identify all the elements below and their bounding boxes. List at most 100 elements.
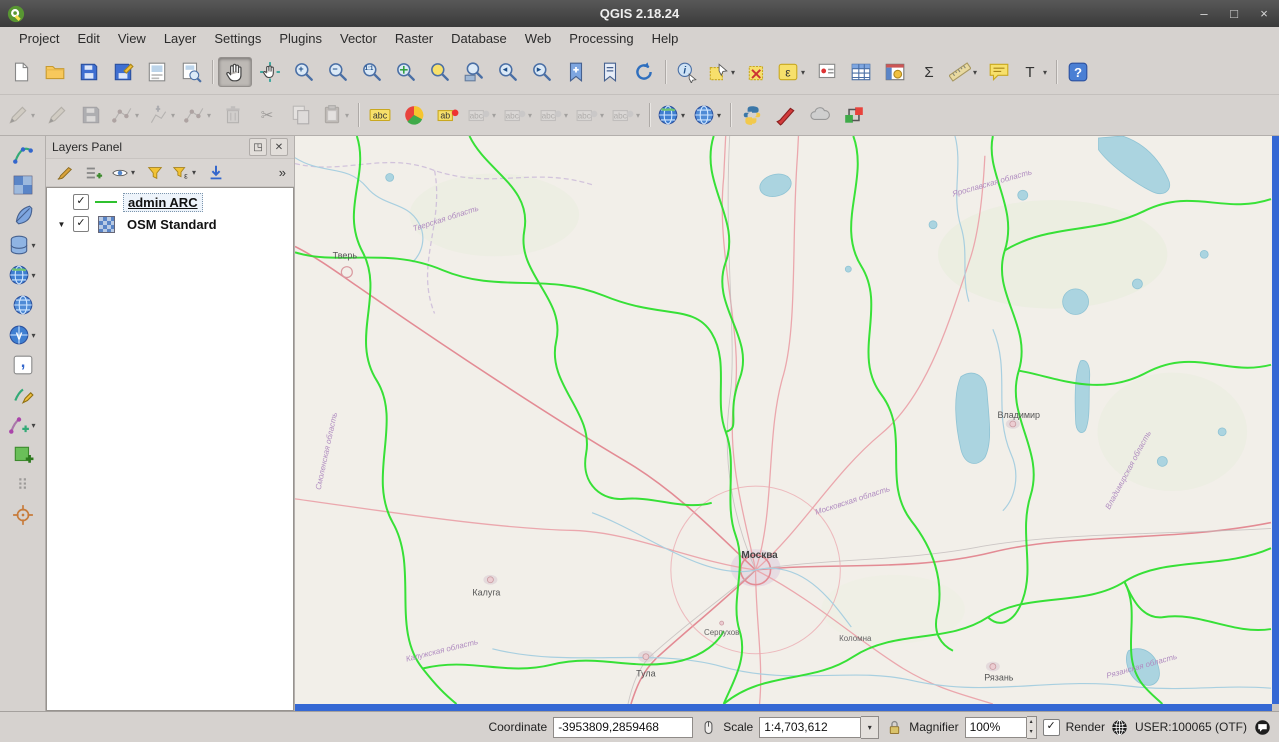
coordinate-input[interactable]	[553, 717, 693, 738]
layer-diagram-options-button[interactable]	[398, 101, 430, 129]
web-services-dropdown[interactable]: ▾	[715, 111, 723, 120]
layer-label-osm-standard[interactable]: OSM Standard	[123, 216, 221, 233]
show-bookmarks-button[interactable]	[594, 58, 626, 86]
current-edits-dropdown[interactable]: ▾	[29, 111, 37, 120]
measure-button[interactable]: ▾	[947, 58, 981, 86]
map-horizontal-scrollbar[interactable]	[295, 704, 1272, 711]
menu-edit[interactable]: Edit	[68, 29, 108, 48]
refresh-map-button[interactable]	[628, 58, 660, 86]
open-attribute-table-button[interactable]	[845, 58, 877, 86]
help-button[interactable]: ?	[1062, 58, 1094, 86]
processing-toolbox-button[interactable]	[838, 101, 870, 129]
new-project-button[interactable]	[5, 58, 37, 86]
menu-database[interactable]: Database	[442, 29, 516, 48]
add-delimited-text-layer-button[interactable]: ,	[7, 351, 39, 379]
open-layer-styling-button[interactable]	[51, 161, 78, 184]
zoom-in-button[interactable]: +	[288, 58, 320, 86]
add-wfs-layer-dropdown[interactable]: ▾	[30, 331, 38, 340]
new-geopackage-layer-button[interactable]	[7, 441, 39, 469]
text-annotation-dropdown[interactable]: ▾	[1041, 68, 1049, 77]
add-vector-layer-button[interactable]	[7, 141, 39, 169]
add-virtual-layer-dropdown[interactable]: ▾	[30, 421, 38, 430]
scale-input[interactable]	[759, 717, 861, 738]
layer-labeling-options-button[interactable]: abc	[364, 101, 396, 129]
add-wfs-layer-button[interactable]: V▾	[6, 321, 40, 349]
show-statistics-button[interactable]: Σ	[913, 58, 945, 86]
layer-checkbox[interactable]: ✓	[73, 194, 89, 210]
change-label-properties-dropdown[interactable]: ▾	[634, 111, 642, 120]
messages-bubble-icon[interactable]	[1253, 718, 1271, 736]
highlight-pinned-labels-button[interactable]: ab	[432, 101, 464, 129]
panel-overflow-button[interactable]: »	[275, 165, 290, 180]
menu-web[interactable]: Web	[516, 29, 561, 48]
metasearch-dropdown[interactable]: ▾	[679, 111, 687, 120]
add-raster-layer-button[interactable]	[7, 171, 39, 199]
manage-layer-visibility-dropdown[interactable]: ▾	[129, 168, 137, 177]
spin-down-icon[interactable]: ▾	[1027, 727, 1036, 737]
form-annotation-button[interactable]	[811, 58, 843, 86]
composer-manager-button[interactable]	[175, 58, 207, 86]
minimize-button[interactable]: –	[1189, 0, 1219, 27]
add-wcs-layer-button[interactable]	[7, 291, 39, 319]
add-wms-layer-dropdown[interactable]: ▾	[30, 271, 38, 280]
node-tool-dropdown[interactable]: ▾	[205, 111, 213, 120]
open-project-button[interactable]	[39, 58, 71, 86]
menu-help[interactable]: Help	[643, 29, 688, 48]
add-feature-dropdown[interactable]: ▾	[133, 111, 141, 120]
close-panel-button[interactable]: ✕	[270, 138, 288, 156]
coordinate-display-toggle-icon[interactable]	[699, 718, 717, 736]
rotate-label-dropdown[interactable]: ▾	[598, 111, 606, 120]
render-checkbox[interactable]: ✓	[1043, 719, 1060, 736]
select-by-expression-button[interactable]: ε▾	[775, 58, 809, 86]
add-virtual-layer-button[interactable]: ▾	[6, 411, 40, 439]
menu-settings[interactable]: Settings	[205, 29, 270, 48]
map-vertical-scrollbar[interactable]	[1272, 136, 1279, 704]
new-bookmark-button[interactable]	[560, 58, 592, 86]
menu-vector[interactable]: Vector	[331, 29, 386, 48]
paste-features-dropdown[interactable]: ▾	[343, 111, 351, 120]
scale-dropdown-button[interactable]: ▾	[861, 716, 879, 739]
add-database-layer-dropdown[interactable]: ▾	[30, 241, 38, 250]
manage-layer-visibility-button[interactable]: ▾	[109, 161, 139, 184]
pan-map-button[interactable]	[218, 57, 252, 87]
zoom-to-layer-button[interactable]	[458, 58, 490, 86]
zoom-full-button[interactable]	[390, 58, 422, 86]
spin-up-icon[interactable]: ▴	[1027, 717, 1036, 727]
move-label-dropdown[interactable]: ▾	[562, 111, 570, 120]
pan-to-selection-button[interactable]	[254, 58, 286, 86]
select-features-dropdown[interactable]: ▾	[729, 68, 737, 77]
expand-all-layers-button[interactable]	[202, 161, 229, 184]
close-button[interactable]: ×	[1249, 0, 1279, 27]
filter-legend-by-expression-button[interactable]: ε▾	[170, 161, 200, 184]
layer-label-admin-arc[interactable]: admin ARC	[123, 193, 203, 212]
measure-dropdown[interactable]: ▾	[971, 68, 979, 77]
crs-status-label[interactable]: USER:100065 (OTF)	[1135, 720, 1247, 734]
menu-processing[interactable]: Processing	[560, 29, 642, 48]
python-console-button[interactable]	[736, 101, 768, 129]
select-features-button[interactable]: ▾	[705, 58, 739, 86]
move-feature-dropdown[interactable]: ▾	[169, 111, 177, 120]
menu-layer[interactable]: Layer	[155, 29, 206, 48]
filter-legend-by-expression-dropdown[interactable]: ▾	[190, 168, 198, 177]
map-canvas[interactable]: МоскваТулаКалугаТверьРязаньВладимирСерпу…	[295, 136, 1272, 704]
show-hide-labels-dropdown[interactable]: ▾	[490, 111, 498, 120]
deselect-features-button[interactable]	[741, 58, 773, 86]
layer-checkbox[interactable]: ✓	[73, 216, 89, 232]
add-group-button[interactable]	[80, 161, 107, 184]
menu-plugins[interactable]: Plugins	[270, 29, 331, 48]
zoom-next-button[interactable]: ▸	[526, 58, 558, 86]
cad-crosshair-tool-button[interactable]	[7, 501, 39, 529]
text-annotation-button[interactable]: T▾	[1017, 58, 1051, 86]
menu-raster[interactable]: Raster	[386, 29, 442, 48]
save-project-as-button[interactable]	[107, 58, 139, 86]
field-calculator-button[interactable]	[879, 58, 911, 86]
web-services-button[interactable]: ▾	[691, 101, 725, 129]
pin-unpin-labels-dropdown[interactable]: ▾	[526, 111, 534, 120]
add-wms-layer-button[interactable]: ▾	[6, 261, 40, 289]
menu-project[interactable]: Project	[10, 29, 68, 48]
magnifier-input[interactable]	[965, 717, 1027, 738]
metasearch-button[interactable]: ▾	[655, 101, 689, 129]
cloud-plugin-button[interactable]	[804, 101, 836, 129]
zoom-to-selection-button[interactable]	[424, 58, 456, 86]
save-project-button[interactable]	[73, 58, 105, 86]
